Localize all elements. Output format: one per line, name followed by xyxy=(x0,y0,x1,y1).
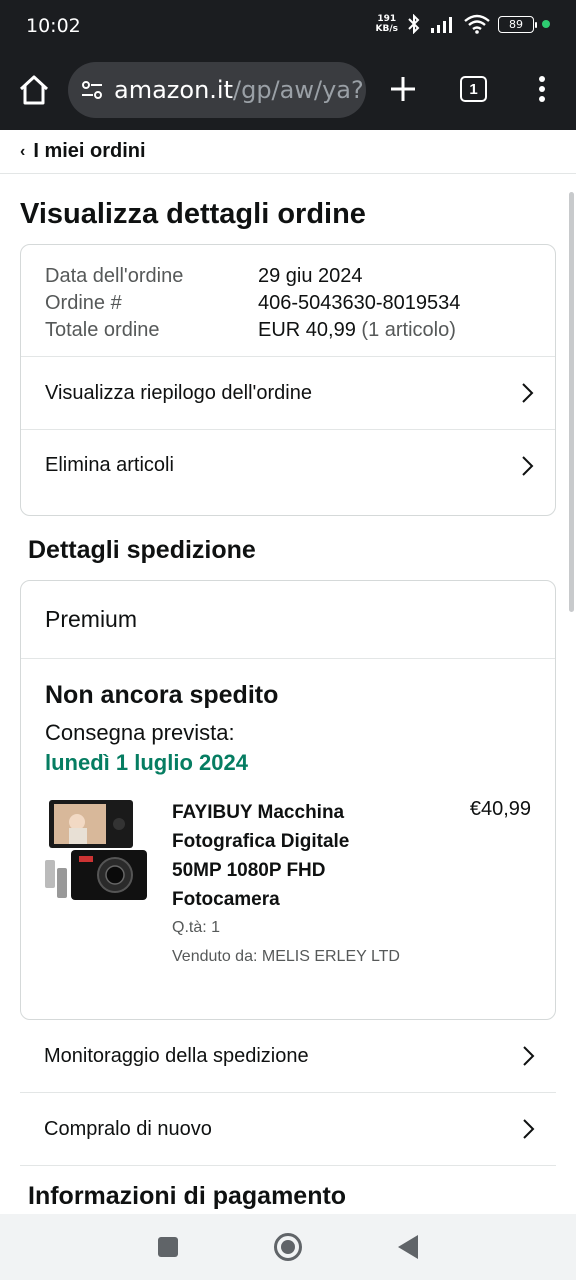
back-nav-icon[interactable] xyxy=(398,1235,418,1259)
order-number-value: 406-5043630-8019534 xyxy=(258,292,461,314)
recents-icon[interactable] xyxy=(158,1237,178,1257)
signal-icon xyxy=(431,17,452,33)
wifi-icon xyxy=(464,14,490,34)
page-title: Visualizza dettagli ordine xyxy=(20,198,366,230)
url-domain: amazon.it xyxy=(114,76,233,104)
bluetooth-icon xyxy=(408,14,420,34)
order-info: Data dell'ordine 29 giu 2024 Ordine # 40… xyxy=(21,245,555,357)
order-date-value: 29 giu 2024 xyxy=(258,265,363,287)
view-order-summary-link[interactable]: Visualizza riepilogo dell'ordine xyxy=(21,357,555,429)
shipment-card: Premium Non ancora spedito Consegna prev… xyxy=(20,580,556,1020)
order-total-label: Totale ordine xyxy=(45,319,160,341)
page-content: ‹ I miei ordini Visualizza dettagli ordi… xyxy=(0,130,576,1214)
tab-count: 1 xyxy=(469,80,478,98)
chevron-right-icon xyxy=(523,1119,535,1139)
buy-again-link[interactable]: Compralo di nuovo xyxy=(20,1093,556,1166)
chevron-right-icon xyxy=(523,1046,535,1066)
chevron-left-icon: ‹ xyxy=(20,142,26,160)
url-text[interactable]: amazon.it/gp/aw/ya? xyxy=(114,76,364,104)
chevron-right-icon xyxy=(522,383,534,403)
order-item: FAYIBUY Macchina Fotografica Digitale 50… xyxy=(45,798,531,978)
battery-level: 89 xyxy=(509,17,523,31)
home-nav-dot xyxy=(281,1240,295,1254)
track-shipment-link[interactable]: Monitoraggio della spedizione xyxy=(20,1020,556,1093)
status-icons: 191 KB/s 89 xyxy=(376,14,550,34)
battery-icon: 89 xyxy=(498,15,537,33)
back-to-orders-link[interactable]: ‹ I miei ordini xyxy=(0,130,576,174)
shipment-actions: Monitoraggio della spedizione Compralo d… xyxy=(20,1020,556,1166)
site-settings-icon[interactable] xyxy=(80,78,104,102)
privacy-indicator-icon xyxy=(542,20,550,28)
product-price: €40,99 xyxy=(469,798,531,820)
delete-items-label: Elimina articoli xyxy=(45,454,174,476)
order-number-label: Ordine # xyxy=(45,292,122,314)
url-path: /gp/aw/ya? xyxy=(233,76,364,104)
expected-delivery-date: lunedì 1 luglio 2024 xyxy=(45,750,248,775)
product-title-link[interactable]: FAYIBUY Macchina Fotografica Digitale 50… xyxy=(172,798,392,914)
track-shipment-label: Monitoraggio della spedizione xyxy=(44,1044,309,1067)
order-summary-card: Data dell'ordine 29 giu 2024 Ordine # 40… xyxy=(20,244,556,516)
view-order-summary-label: Visualizza riepilogo dell'ordine xyxy=(45,381,312,404)
browser-toolbar: amazon.it/gp/aw/ya? 1 xyxy=(0,54,576,130)
new-tab-icon[interactable] xyxy=(386,72,420,106)
network-speed: 191 KB/s xyxy=(376,14,398,34)
order-total-value: EUR 40,99 xyxy=(258,319,356,341)
status-bar: 10:02 191 KB/s 89 xyxy=(0,0,576,54)
shipment-status: Non ancora spedito xyxy=(45,681,279,709)
shipment-body: Non ancora spedito Consegna prevista: lu… xyxy=(21,659,555,1000)
payment-section-title: Informazioni di pagamento xyxy=(28,1182,347,1210)
address-bar[interactable]: amazon.it/gp/aw/ya? xyxy=(68,62,366,118)
shipment-section-title: Dettagli spedizione xyxy=(28,536,256,564)
back-label: I miei ordini xyxy=(33,140,146,162)
product-quantity: Q.tà: 1 xyxy=(172,919,221,936)
tab-switcher-button[interactable]: 1 xyxy=(460,76,487,102)
shipping-method: Premium xyxy=(21,581,555,659)
scrollbar[interactable] xyxy=(569,192,574,612)
order-item-count: (1 articolo) xyxy=(361,319,456,341)
status-time: 10:02 xyxy=(26,15,81,37)
more-menu-icon[interactable] xyxy=(530,74,554,104)
network-speed-unit: KB/s xyxy=(375,24,398,34)
buy-again-label: Compralo di nuovo xyxy=(44,1117,212,1140)
delete-items-link[interactable]: Elimina articoli xyxy=(21,429,555,501)
product-image[interactable] xyxy=(45,798,149,902)
order-total: EUR 40,99 (1 articolo) xyxy=(258,319,531,342)
home-icon[interactable] xyxy=(16,72,52,108)
home-nav-icon[interactable] xyxy=(274,1233,302,1261)
product-seller: Venduto da: MELIS ERLEY LTD xyxy=(172,948,400,965)
expected-delivery-label: Consegna prevista: xyxy=(45,720,235,745)
order-date-label: Data dell'ordine xyxy=(45,265,184,287)
system-navigation-bar xyxy=(0,1214,576,1280)
network-speed-value: 191 xyxy=(377,14,397,24)
chevron-right-icon xyxy=(522,455,534,476)
